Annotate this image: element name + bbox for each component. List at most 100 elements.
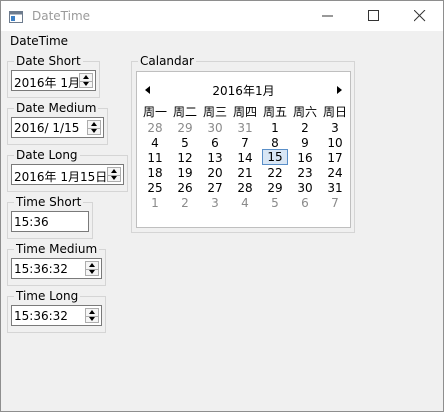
- date-medium-picker[interactable]: 2016/ 1/15: [11, 117, 104, 138]
- calendar-day[interactable]: 5: [260, 195, 290, 211]
- calendar-day[interactable]: 4: [230, 195, 260, 211]
- minimize-icon: [322, 15, 333, 17]
- calendar-day[interactable]: 14: [230, 150, 260, 166]
- calendar-day-selected[interactable]: 15: [262, 149, 288, 165]
- group-time-medium: Time Medium 15:36:32: [7, 242, 106, 286]
- arrow-down-icon: [89, 317, 95, 321]
- calendar-week-row: 11 12 13 14 15 16 17: [140, 149, 350, 166]
- spin-buttons[interactable]: [87, 120, 101, 135]
- spin-buttons[interactable]: [107, 167, 121, 182]
- calendar-day[interactable]: 20: [200, 165, 230, 181]
- arrow-up-icon: [89, 263, 95, 267]
- time-medium-picker[interactable]: 15:36:32: [11, 258, 102, 279]
- calendar-day[interactable]: 22: [260, 165, 290, 181]
- calendar-day[interactable]: 31: [230, 120, 260, 136]
- arrow-down-icon: [91, 129, 97, 133]
- weekday-label: 周三: [202, 105, 227, 119]
- calendar-day[interactable]: 9: [290, 135, 320, 151]
- calendar-day[interactable]: 25: [140, 180, 170, 196]
- calendar-day[interactable]: 4: [140, 135, 170, 151]
- date-medium-value: 2016/ 1/15: [14, 121, 80, 135]
- calendar-week-row: 18 19 20 21 22 23 24: [140, 165, 350, 180]
- calendar-day[interactable]: 3: [200, 195, 230, 211]
- arrow-down-icon: [89, 270, 95, 274]
- calendar-day[interactable]: 23: [290, 165, 320, 181]
- date-short-value: 2016年 1月: [14, 76, 80, 90]
- close-button[interactable]: [397, 1, 443, 31]
- calendar-day[interactable]: 29: [260, 180, 290, 196]
- minimize-button[interactable]: [305, 1, 351, 31]
- month-calendar[interactable]: 2016年1月 周一 周二 周三 周四 周五 周六 周日 28 29 30 31 1 2 3 4 5 6 7 8 9 1…: [136, 71, 351, 228]
- calendar-day[interactable]: 29: [170, 120, 200, 136]
- calendar-day[interactable]: 13: [200, 150, 230, 166]
- group-label: Calandar: [138, 54, 196, 68]
- calendar-day[interactable]: 11: [140, 150, 170, 166]
- date-long-picker[interactable]: 2016年 1月15日: [11, 164, 124, 185]
- close-icon: [414, 10, 426, 22]
- calendar-day[interactable]: 27: [200, 180, 230, 196]
- title-bar: DateTime: [1, 1, 443, 31]
- calendar-day[interactable]: 7: [230, 135, 260, 151]
- group-time-long: Time Long 15:36:32: [7, 289, 106, 333]
- calendar-day[interactable]: 5: [170, 135, 200, 151]
- calendar-day[interactable]: 30: [200, 120, 230, 136]
- time-short-value: 15:36: [14, 215, 49, 229]
- calendar-day[interactable]: 7: [320, 195, 350, 211]
- group-label: Time Medium: [14, 242, 100, 256]
- calendar-day[interactable]: 24: [320, 165, 350, 181]
- date-short-picker[interactable]: 2016年 1月: [11, 70, 96, 91]
- weekday-label: 周四: [232, 105, 257, 119]
- calendar-day[interactable]: 2: [290, 120, 320, 136]
- calendar-day[interactable]: 3: [320, 120, 350, 136]
- calendar-day[interactable]: 2: [170, 195, 200, 211]
- calendar-header: 2016年1月: [137, 80, 350, 98]
- calendar-day[interactable]: 6: [290, 195, 320, 211]
- spin-down-button[interactable]: [108, 175, 120, 182]
- app-icon: [9, 9, 23, 23]
- time-short-picker[interactable]: 15:36: [11, 211, 89, 232]
- spin-down-button[interactable]: [80, 81, 92, 88]
- weekday-header-row: 周一 周二 周三 周四 周五 周六 周日: [140, 104, 350, 120]
- app-window: DateTime DateTime Date Short 2016年 1月 Da…: [0, 0, 444, 412]
- time-medium-value: 15:36:32: [14, 262, 68, 276]
- main-label: DateTime: [10, 34, 69, 48]
- calendar-day[interactable]: 1: [140, 195, 170, 211]
- calendar-day[interactable]: 19: [170, 165, 200, 181]
- spin-down-button[interactable]: [88, 128, 100, 135]
- calendar-week-row: 1234567: [140, 195, 350, 210]
- weekday-label: 周五: [262, 105, 287, 119]
- time-long-picker[interactable]: 15:36:32: [11, 305, 102, 326]
- maximize-button[interactable]: [351, 1, 397, 31]
- maximize-icon: [368, 10, 379, 21]
- calendar-month-title[interactable]: 2016年1月: [137, 82, 350, 99]
- calendar-day[interactable]: 1: [260, 120, 290, 136]
- calendar-day[interactable]: 10: [320, 135, 350, 151]
- group-date-medium: Date Medium 2016/ 1/15: [7, 101, 108, 145]
- arrow-up-icon: [89, 310, 95, 314]
- spin-buttons[interactable]: [85, 308, 99, 323]
- spin-buttons[interactable]: [79, 73, 93, 88]
- chevron-right-icon: [337, 86, 342, 94]
- calendar-day[interactable]: 26: [170, 180, 200, 196]
- calendar-week-row: 4 5 6 7 8 9 10: [140, 135, 350, 150]
- group-date-long: Date Long 2016年 1月15日: [7, 148, 128, 192]
- calendar-day[interactable]: 31: [320, 180, 350, 196]
- group-label: Time Short: [14, 195, 84, 209]
- group-time-short: Time Short 15:36: [7, 195, 93, 239]
- calendar-day[interactable]: 12: [170, 150, 200, 166]
- spin-down-button[interactable]: [86, 269, 98, 276]
- calendar-day[interactable]: 28: [230, 180, 260, 196]
- arrow-up-icon: [111, 169, 117, 173]
- calendar-day[interactable]: 28: [140, 120, 170, 136]
- calendar-day[interactable]: 16: [290, 150, 320, 166]
- date-long-value: 2016年 1月15日: [14, 170, 108, 184]
- calendar-day[interactable]: 21: [230, 165, 260, 181]
- calendar-day[interactable]: 30: [290, 180, 320, 196]
- calendar-day[interactable]: 18: [140, 165, 170, 181]
- calendar-day[interactable]: 17: [320, 150, 350, 166]
- spin-buttons[interactable]: [85, 261, 99, 276]
- group-label: Date Long: [14, 148, 80, 162]
- next-month-button[interactable]: [332, 82, 346, 96]
- spin-down-button[interactable]: [86, 316, 98, 323]
- calendar-day[interactable]: 6: [200, 135, 230, 151]
